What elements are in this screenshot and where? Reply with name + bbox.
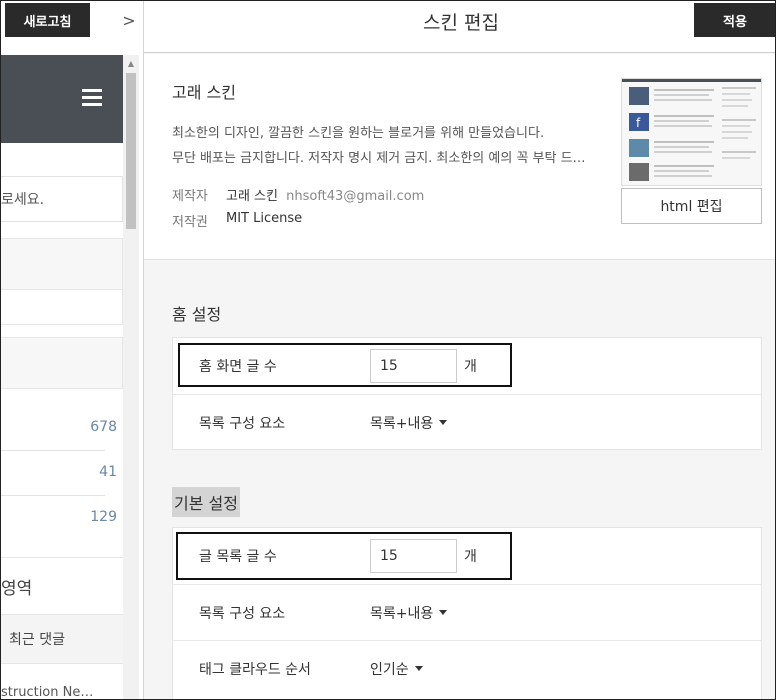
tag-cloud-order-value: 인기순 <box>370 661 409 678</box>
home-list-component-value: 목록+내용 <box>370 415 434 432</box>
preview-block <box>1 289 123 325</box>
list-post-count-input[interactable]: 15 <box>370 539 457 573</box>
basic-settings-group: 글 목록 글 수 15 개 목록 구성 요소 목록+내용 태그 클라우드 순서 … <box>172 527 762 699</box>
preview-post-title[interactable]: struction Ne… <box>1 685 131 699</box>
home-settings-title: 홈 설정 <box>172 305 222 324</box>
preview-divider <box>1 495 105 496</box>
skin-editor-window: 로세요. 678 41 129 영역 최근 댓글 struction Ne… ▲… <box>0 0 776 700</box>
preview-header-bar <box>1 55 123 143</box>
preview-block <box>1 337 123 389</box>
list-component-row: 목록 구성 요소 목록+내용 <box>173 584 761 639</box>
caret-down-icon <box>439 610 448 615</box>
skin-thumbnail-image: f <box>621 78 762 186</box>
preview-area-heading: 영역 <box>1 557 123 615</box>
tag-cloud-order-label: 태그 클라우드 순서 <box>199 661 311 678</box>
home-list-component-label: 목록 구성 요소 <box>199 415 286 432</box>
list-post-count-unit: 개 <box>464 548 477 565</box>
author-email: nhsoft43@gmail.com <box>286 189 425 204</box>
home-post-count-unit: 개 <box>464 358 477 375</box>
list-component-label: 목록 구성 요소 <box>199 605 286 622</box>
apply-button[interactable]: 적용 <box>694 3 775 37</box>
preview-category-count[interactable]: 41 <box>99 464 117 480</box>
skin-description-line: 최소한의 디자인, 깔끔한 스킨을 원하는 블로거를 위해 만들었습니다. <box>172 126 545 141</box>
scroll-up-arrow-icon[interactable]: ▲ <box>123 55 139 71</box>
author-label: 제작자 <box>172 189 208 204</box>
preview-recent-comments-tab[interactable]: 최근 댓글 <box>1 614 123 664</box>
license-value: MIT License <box>226 211 303 226</box>
list-component-value: 목록+내용 <box>370 605 434 622</box>
refresh-button[interactable]: 새로고침 <box>5 3 90 37</box>
preview-search-input[interactable]: 로세요. <box>1 176 123 222</box>
preview-area-label: 영역 <box>1 579 33 599</box>
basic-settings-title: 기본 설정 <box>172 487 240 517</box>
home-post-count-input[interactable]: 15 <box>370 349 457 383</box>
blog-preview-pane: 로세요. 678 41 129 영역 최근 댓글 struction Ne… ▲ <box>1 1 141 699</box>
preview-block <box>1 238 123 290</box>
preview-scrollbar[interactable]: ▲ <box>123 55 139 699</box>
author-value: 고래 스킨 nhsoft43@gmail.com <box>226 185 424 204</box>
caret-down-icon <box>414 666 423 671</box>
home-post-count-label: 홈 화면 글 수 <box>199 358 277 375</box>
editor-topbar: 스킨 편집 적용 <box>144 1 775 53</box>
scrollbar-thumb[interactable] <box>126 73 136 229</box>
skin-description-line: 무단 배포는 금지합니다. 저작자 명시 제거 금지. 최소한의 예의 꼭 부탁… <box>172 151 586 166</box>
license-label: 저작권 <box>172 215 208 230</box>
caret-down-icon <box>439 420 448 425</box>
list-post-count-label: 글 목록 글 수 <box>199 548 277 565</box>
list-component-select[interactable]: 목록+내용 <box>370 585 448 640</box>
preview-divider <box>1 450 105 451</box>
home-post-count-row: 홈 화면 글 수 15 개 <box>173 338 761 393</box>
tag-cloud-order-select[interactable]: 인기순 <box>370 641 423 696</box>
chevron-right-icon[interactable]: > <box>117 5 141 35</box>
tag-cloud-order-row: 태그 클라우드 순서 인기순 <box>173 640 761 695</box>
home-list-component-row: 목록 구성 요소 목록+내용 <box>173 394 761 449</box>
preview-search-placeholder: 로세요. <box>1 192 45 208</box>
page-title: 스킨 편집 <box>423 11 499 34</box>
hamburger-menu-icon[interactable] <box>82 89 102 107</box>
preview-recent-comments-label: 최근 댓글 <box>9 632 65 648</box>
skin-info-card: 고래 스킨 최소한의 디자인, 깔끔한 스킨을 원하는 블로거를 위해 만들었습… <box>144 54 775 260</box>
html-edit-button[interactable]: html 편집 <box>621 188 762 224</box>
skin-name: 고래 스킨 <box>172 83 236 102</box>
author-name: 고래 스킨 <box>226 189 278 204</box>
list-post-count-row: 글 목록 글 수 15 개 <box>173 528 761 583</box>
preview-category-count[interactable]: 678 <box>90 419 117 435</box>
home-list-component-select[interactable]: 목록+내용 <box>370 395 448 450</box>
skin-editor-panel: 스킨 편집 적용 고래 스킨 최소한의 디자인, 깔끔한 스킨을 원하는 블로거… <box>143 1 775 699</box>
preview-category-count[interactable]: 129 <box>90 509 117 525</box>
home-settings-group: 홈 화면 글 수 15 개 목록 구성 요소 목록+내용 <box>172 337 762 450</box>
